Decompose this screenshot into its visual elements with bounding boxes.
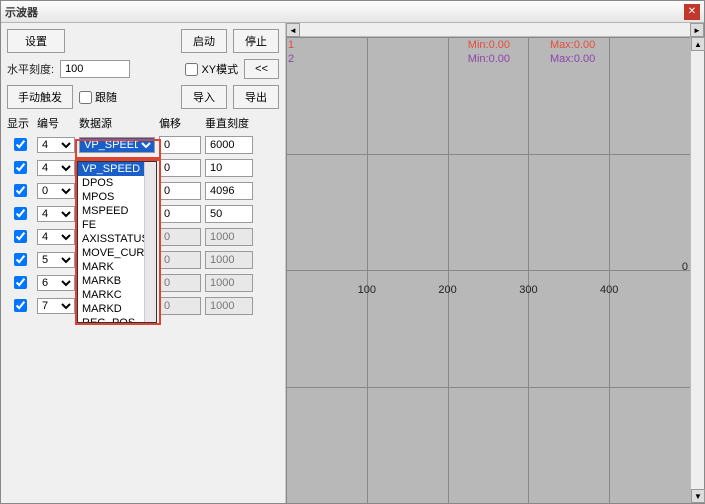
export-button[interactable]: 导出 xyxy=(233,85,279,109)
gridline xyxy=(286,37,690,38)
x-tick-label: 400 xyxy=(600,284,618,296)
index-select[interactable]: 4 xyxy=(37,229,75,245)
trace-min: Min:0.00 xyxy=(468,53,510,65)
settings-button[interactable]: 设置 xyxy=(7,29,65,53)
vscale-input[interactable] xyxy=(205,228,253,246)
y-zero-label: 0 xyxy=(682,261,688,273)
trace-legend: Min:0.00 Max:0.00 xyxy=(468,39,595,51)
scroll-down-icon[interactable]: ▼ xyxy=(691,489,705,503)
gridline xyxy=(286,270,690,271)
source-select[interactable]: VP_SPEED xyxy=(79,137,155,153)
source-dropdown-list[interactable]: VP_SPEEDDPOSMPOSMSPEEDFEAXISSTATUSMOVE_C… xyxy=(77,161,157,323)
index-select[interactable]: 4 xyxy=(37,206,75,222)
gridline xyxy=(286,154,690,155)
vscale-input[interactable] xyxy=(205,297,253,315)
show-checkbox[interactable] xyxy=(14,207,27,220)
show-checkbox[interactable] xyxy=(14,138,27,151)
offset-input[interactable] xyxy=(159,159,201,177)
show-checkbox[interactable] xyxy=(14,299,27,312)
offset-input[interactable] xyxy=(159,136,201,154)
vscale-input[interactable] xyxy=(205,136,253,154)
offset-input[interactable] xyxy=(159,182,201,200)
control-panel: 设置 启动 停止 水平刻度: XY模式 << 手动触发 跟随 xyxy=(1,23,286,503)
hscale-label: 水平刻度: xyxy=(7,61,54,77)
gridline xyxy=(286,387,690,388)
index-select[interactable]: 4 xyxy=(37,160,75,176)
plot-panel: ◄ ► 100 200 300 400 0 1 Min:0.00 Max:0.00 2 Min:0… xyxy=(286,23,704,503)
vscale-input[interactable] xyxy=(205,159,253,177)
manual-trigger-button[interactable]: 手动触发 xyxy=(7,85,73,109)
plot-h-scrollbar[interactable]: ◄ ► xyxy=(286,23,704,37)
vscale-input[interactable] xyxy=(205,205,253,223)
trace-index: 1 xyxy=(288,39,294,51)
follow-checkbox[interactable]: 跟随 xyxy=(79,89,117,105)
show-checkbox[interactable] xyxy=(14,253,27,266)
plot-v-scrollbar[interactable]: ▲ ▼ xyxy=(690,37,704,503)
show-checkbox[interactable] xyxy=(14,184,27,197)
scroll-left-icon[interactable]: ◄ xyxy=(286,23,300,37)
xy-mode-checkbox[interactable]: XY模式 xyxy=(185,61,238,77)
collapse-button[interactable]: << xyxy=(244,59,279,79)
channel-row: 4VP_SPEED xyxy=(7,135,279,154)
x-tick-label: 100 xyxy=(358,284,376,296)
offset-input[interactable] xyxy=(159,205,201,223)
vscale-input[interactable] xyxy=(205,251,253,269)
index-select[interactable]: 5 xyxy=(37,252,75,268)
show-checkbox[interactable] xyxy=(14,230,27,243)
titlebar: 示波器 ✕ xyxy=(1,1,704,23)
trace-min: Min:0.00 xyxy=(468,39,510,51)
oscilloscope-window: 示波器 ✕ 设置 启动 停止 水平刻度: XY模式 << 手动触发 xyxy=(0,0,705,504)
scroll-right-icon[interactable]: ► xyxy=(690,23,704,37)
start-button[interactable]: 启动 xyxy=(181,29,227,53)
column-headers: 显示 编号 数据源 偏移 垂直刻度 xyxy=(7,115,279,131)
vscale-input[interactable] xyxy=(205,274,253,292)
offset-input[interactable] xyxy=(159,251,201,269)
plot-canvas[interactable]: 10020030040001Min:0.00Max:0.002Min:0.00M… xyxy=(286,37,690,503)
offset-input[interactable] xyxy=(159,297,201,315)
stop-button[interactable]: 停止 xyxy=(233,29,279,53)
hscale-input[interactable] xyxy=(60,60,130,78)
trace-max: Max:0.00 xyxy=(550,39,595,51)
show-checkbox[interactable] xyxy=(14,161,27,174)
import-button[interactable]: 导入 xyxy=(181,85,227,109)
offset-input[interactable] xyxy=(159,228,201,246)
show-checkbox[interactable] xyxy=(14,276,27,289)
trace-max: Max:0.00 xyxy=(550,53,595,65)
scroll-up-icon[interactable]: ▲ xyxy=(691,37,705,51)
index-select[interactable]: 7 xyxy=(37,298,75,314)
close-icon[interactable]: ✕ xyxy=(684,4,700,20)
index-select[interactable]: 4 xyxy=(37,137,75,153)
x-tick-label: 300 xyxy=(519,284,537,296)
offset-input[interactable] xyxy=(159,274,201,292)
dropdown-scrollbar[interactable] xyxy=(144,162,156,322)
trace-legend: Min:0.00 Max:0.00 xyxy=(468,53,595,65)
x-tick-label: 200 xyxy=(438,284,456,296)
vscale-input[interactable] xyxy=(205,182,253,200)
window-title: 示波器 xyxy=(5,4,684,20)
trace-index: 2 xyxy=(288,53,294,65)
index-select[interactable]: 6 xyxy=(37,275,75,291)
index-select[interactable]: 0 xyxy=(37,183,75,199)
